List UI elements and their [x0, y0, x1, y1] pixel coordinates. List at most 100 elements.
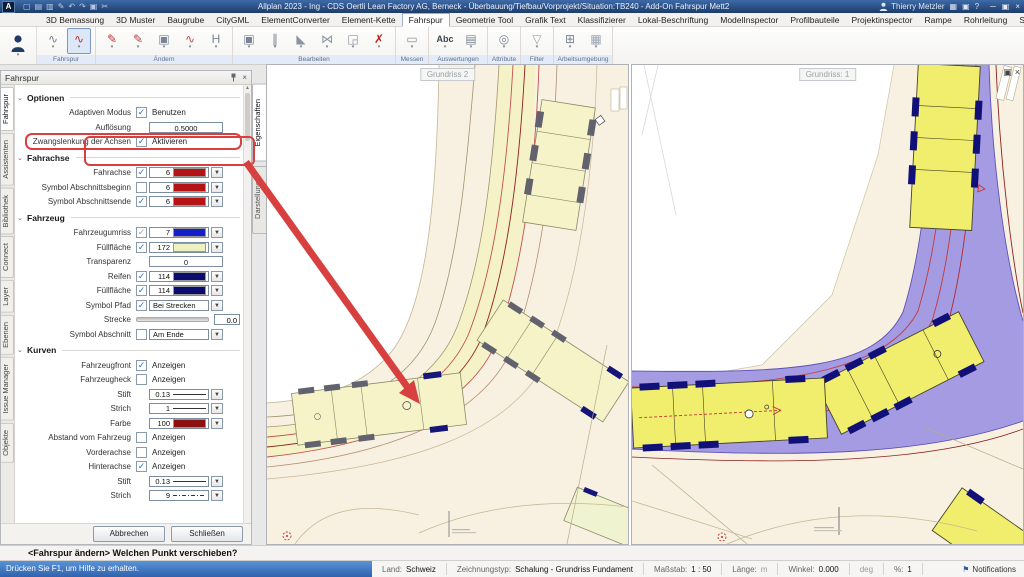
menu-item-rampe[interactable]: Rampe: [918, 14, 957, 26]
line-style-select[interactable]: 0.13: [149, 476, 209, 487]
checkbox[interactable]: ✓: [136, 285, 147, 296]
checkbox[interactable]: ✓: [136, 300, 147, 311]
edit-icon[interactable]: ✎: [58, 2, 65, 11]
list-report-icon[interactable]: ▤▾: [459, 28, 483, 54]
filter-icon[interactable]: ▽▾: [525, 28, 549, 54]
menu-item-modelinspector[interactable]: ModelInspector: [714, 14, 784, 26]
workspace-axes-icon[interactable]: ⊞▾: [558, 28, 582, 54]
viewport-grundriss-1[interactable]: Grundriss: 1 ▣ ×: [631, 64, 1024, 545]
modify-beam-icon[interactable]: H▾: [204, 28, 228, 54]
sidebar-tab-issue-manager[interactable]: Issue Manager: [1, 357, 14, 421]
attributes-icon[interactable]: ◎▾: [492, 28, 516, 54]
checkbox[interactable]: ✓: [136, 447, 147, 458]
checkbox[interactable]: ✓: [136, 182, 147, 193]
viewport-grundriss-2[interactable]: Grundriss 2: [266, 64, 629, 545]
checkbox[interactable]: ✓: [136, 329, 147, 340]
copy-element-icon[interactable]: ▣▾: [237, 28, 261, 54]
dropdown-arrow-icon[interactable]: ▼: [211, 403, 223, 414]
measure-icon[interactable]: ▭▾: [400, 28, 424, 54]
dropdown-arrow-icon[interactable]: ▼: [211, 300, 223, 311]
scroll-up-icon[interactable]: ▲: [244, 85, 251, 92]
checkbox[interactable]: ✓: [136, 461, 147, 472]
fahrspur-create-icon[interactable]: ∿▾: [41, 28, 65, 54]
checkbox[interactable]: ✓: [136, 196, 147, 207]
sidebar-tab-bibliothek[interactable]: Bibliothek: [1, 188, 14, 235]
close-button[interactable]: Schließen: [171, 526, 243, 542]
pen-color-select[interactable]: 7: [149, 227, 209, 238]
undo-icon[interactable]: ↶: [68, 2, 75, 11]
app-logo[interactable]: A: [2, 1, 15, 13]
menu-item-citygml[interactable]: CityGML: [210, 14, 255, 26]
palette-close-icon[interactable]: ×: [242, 73, 247, 82]
line-style-select[interactable]: 1: [149, 403, 209, 414]
menu-item-3d-muster[interactable]: 3D Muster: [110, 14, 161, 26]
pen-color-select[interactable]: 100: [149, 418, 209, 429]
pen-color-select[interactable]: 6: [149, 182, 209, 193]
save-icon[interactable]: ▥: [46, 2, 54, 11]
sidebar-tab-layer[interactable]: Layer: [1, 280, 14, 313]
sidebar-tab-ebenen[interactable]: Ebenen: [1, 315, 14, 355]
dropdown-arrow-icon[interactable]: ▼: [211, 389, 223, 400]
palette-title-bar[interactable]: Fahrspur ×: [1, 71, 251, 85]
checkbox[interactable]: ✓: [136, 107, 147, 118]
menu-item-element-kette[interactable]: Element-Kette: [336, 14, 402, 26]
sidebar-tab-fahrspur[interactable]: Fahrspur: [1, 87, 14, 131]
checkbox[interactable]: ✓: [136, 374, 147, 385]
sidebar-tab-objekte[interactable]: Objekte: [1, 423, 14, 463]
project-icon[interactable]: ▤: [35, 2, 43, 11]
menu-item-baugrube[interactable]: Baugrube: [161, 14, 210, 26]
modify-clipboard-icon[interactable]: ▣▾: [152, 28, 176, 54]
dropdown-arrow-icon[interactable]: ▼: [211, 167, 223, 178]
line-style-select[interactable]: 9: [149, 490, 209, 501]
pin-icon[interactable]: [230, 73, 237, 82]
menu-item-rohrleitung[interactable]: Rohrleitung: [958, 14, 1013, 26]
mirror-icon[interactable]: ⋈▾: [315, 28, 339, 54]
section-header-kurven[interactable]: ⌄Kurven: [17, 344, 240, 357]
redo-icon[interactable]: ↷: [79, 2, 86, 11]
copy-icon[interactable]: ▣: [90, 2, 98, 11]
rotate-icon[interactable]: ◣▾: [289, 28, 313, 54]
menu-item-projektinspector[interactable]: Projektinspector: [846, 14, 919, 26]
checkbox[interactable]: ✓: [136, 432, 147, 443]
palette-scrollbar[interactable]: ▲: [243, 85, 251, 523]
actionbar-avatar[interactable]: ▾: [0, 27, 37, 64]
pen-color-select[interactable]: 114: [149, 271, 209, 282]
text-report-icon[interactable]: Abc▾: [433, 28, 457, 54]
palette-tab-eigenschaften[interactable]: Eigenschaften: [252, 84, 266, 162]
dropdown-arrow-icon[interactable]: ▼: [211, 285, 223, 296]
pen-color-select[interactable]: 114: [149, 285, 209, 296]
new-document-icon[interactable]: ▢: [23, 2, 31, 11]
view-label-grundriss-2[interactable]: Grundriss 2: [420, 68, 475, 81]
grundriss-1-canvas[interactable]: [632, 65, 1023, 544]
distribute-icon[interactable]: ∥▾: [263, 28, 287, 54]
dropdown-arrow-icon[interactable]: ▼: [211, 476, 223, 487]
value-input[interactable]: 0.5000: [149, 122, 223, 133]
grundriss-2-canvas[interactable]: [267, 65, 628, 544]
view-close-button[interactable]: ×: [1015, 67, 1020, 78]
fahrspur-edit-icon[interactable]: ∿▾: [67, 28, 91, 54]
maximize-button[interactable]: ▣: [1002, 2, 1010, 11]
menu-item-lokal-beschriftung[interactable]: Lokal-Beschriftung: [632, 14, 714, 26]
menu-item-elementconverter[interactable]: ElementConverter: [255, 14, 336, 26]
tools-icon[interactable]: ✂: [101, 2, 108, 11]
view-label-grundriss-1[interactable]: Grundriss: 1: [799, 68, 857, 81]
modify-point-icon[interactable]: ✎▾: [126, 28, 150, 54]
view-maximize-button[interactable]: ▣: [1003, 67, 1012, 78]
menu-item-fahrspur[interactable]: Fahrspur: [402, 13, 450, 27]
connect-grid-icon[interactable]: ▦: [950, 2, 958, 11]
pen-color-select[interactable]: 6: [149, 196, 209, 207]
dropdown-arrow-icon[interactable]: ▼: [211, 227, 223, 238]
section-header-optionen[interactable]: ⌄Optionen: [17, 91, 240, 104]
close-button[interactable]: ×: [1015, 2, 1020, 11]
modify-spline-icon[interactable]: ∿▾: [178, 28, 202, 54]
minimize-button[interactable]: ─: [990, 2, 996, 11]
dropdown-arrow-icon[interactable]: ▼: [211, 418, 223, 429]
sidebar-tab-connect[interactable]: Connect: [1, 236, 14, 278]
cancel-button[interactable]: Abbrechen: [93, 526, 165, 542]
distance-slider[interactable]: [136, 317, 209, 322]
dropdown-select[interactable]: Bei Strecken: [149, 300, 209, 311]
checkbox[interactable]: ✓: [136, 136, 147, 147]
dropdown-arrow-icon[interactable]: ▼: [211, 271, 223, 282]
notifications-button[interactable]: ⚑ Notifications: [954, 565, 1024, 574]
checkbox[interactable]: ✓: [136, 227, 147, 238]
